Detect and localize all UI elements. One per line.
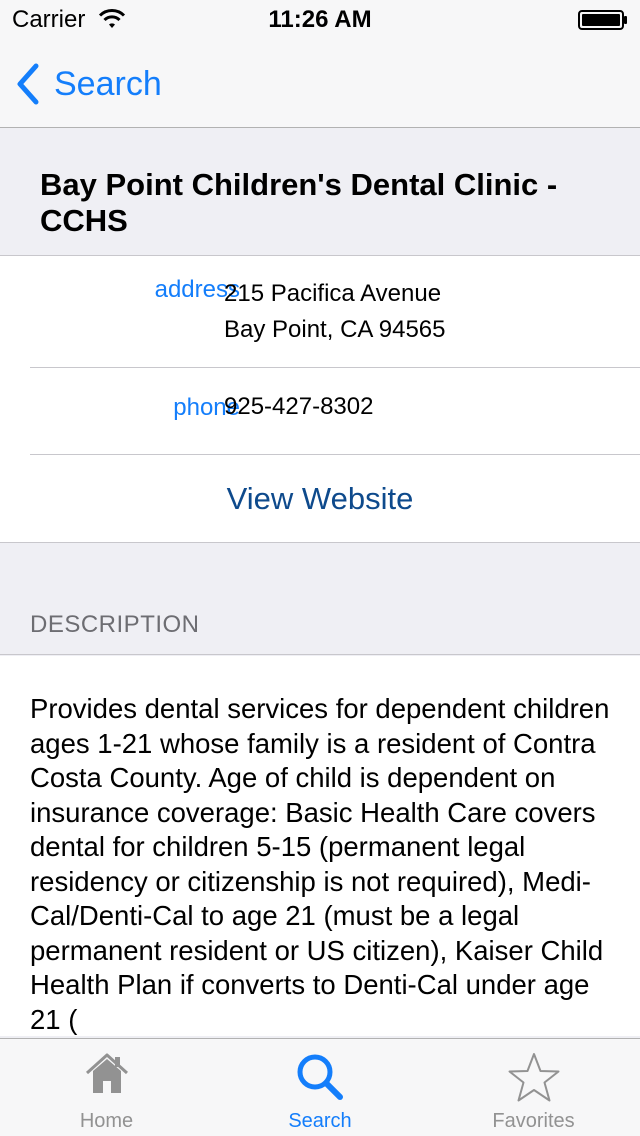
tab-favorites[interactable]: Favorites bbox=[427, 1039, 640, 1136]
tab-search[interactable]: Search bbox=[213, 1039, 427, 1136]
phone-row[interactable]: phone 925-427-8302 bbox=[30, 368, 640, 455]
tab-label-search: Search bbox=[288, 1110, 352, 1132]
tab-home[interactable]: Home bbox=[0, 1039, 213, 1136]
star-icon bbox=[508, 1053, 559, 1102]
address-line-1: 215 Pacifica Avenue bbox=[224, 280, 442, 307]
back-label: Search bbox=[54, 64, 162, 103]
description-section-header: DESCRIPTION bbox=[0, 543, 640, 655]
address-value: 215 Pacifica Avenue Bay Point, CA 94565 bbox=[224, 276, 445, 348]
navigation-bar: Search bbox=[0, 40, 640, 128]
address-line-2: Bay Point, CA 94565 bbox=[224, 316, 446, 343]
battery-icon bbox=[578, 10, 627, 30]
home-icon bbox=[85, 1053, 128, 1093]
back-button[interactable]: Search bbox=[14, 62, 162, 106]
search-icon bbox=[297, 1054, 343, 1100]
chevron-left-icon bbox=[17, 63, 39, 105]
status-bar: Carrier 11:26 AM bbox=[0, 0, 640, 40]
page-title: Bay Point Children's Dental Clinic - CCH… bbox=[40, 167, 558, 238]
tab-label-home: Home bbox=[79, 1110, 134, 1132]
address-row[interactable]: address 215 Pacifica Avenue Bay Point, C… bbox=[30, 256, 640, 368]
description-body[interactable]: Provides dental services for dependent c… bbox=[0, 656, 640, 1036]
contact-info-card: address 215 Pacifica Avenue Bay Point, C… bbox=[0, 256, 640, 543]
view-website-button[interactable]: View Website bbox=[0, 455, 640, 543]
title-section: Bay Point Children's Dental Clinic - CCH… bbox=[0, 129, 640, 256]
phone-value: 925-427-8302 bbox=[224, 393, 374, 420]
tab-bar: Home Search Favorites bbox=[0, 1038, 640, 1136]
tab-label-favorites: Favorites bbox=[492, 1110, 575, 1132]
description-text: Provides dental services for dependent c… bbox=[30, 693, 610, 1035]
status-time: 11:26 AM bbox=[268, 6, 372, 33]
description-header-label: DESCRIPTION bbox=[30, 611, 200, 638]
